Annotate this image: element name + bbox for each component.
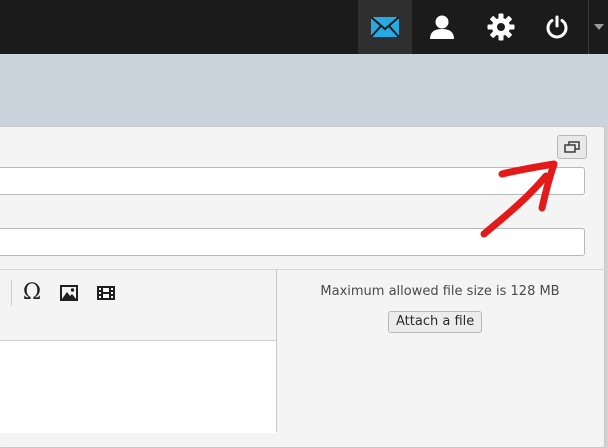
profile-button[interactable] xyxy=(415,0,469,54)
image-icon xyxy=(60,285,78,301)
popout-window-icon xyxy=(564,141,580,153)
film-icon xyxy=(97,286,115,300)
menu-caret-button[interactable] xyxy=(588,0,608,54)
gear-icon xyxy=(487,13,515,41)
popout-button[interactable] xyxy=(557,135,587,159)
power-icon xyxy=(546,15,568,39)
editor-body[interactable] xyxy=(0,340,276,433)
special-character-button[interactable]: Ω xyxy=(19,281,45,305)
recipient-input[interactable] xyxy=(0,167,585,195)
attach-file-button[interactable]: Attach a file xyxy=(388,311,483,333)
toolbar-separator xyxy=(11,280,12,306)
mail-button[interactable] xyxy=(358,0,412,54)
subject-input[interactable] xyxy=(0,228,585,256)
insert-image-button[interactable] xyxy=(56,281,82,305)
max-file-size-note: Maximum allowed file size is 128 MB xyxy=(320,284,560,299)
logout-button[interactable] xyxy=(530,0,584,54)
insert-media-button[interactable] xyxy=(93,281,119,305)
settings-button[interactable] xyxy=(474,0,528,54)
top-navigation-bar xyxy=(0,0,608,54)
envelope-icon xyxy=(370,16,400,38)
caret-down-icon xyxy=(594,24,604,30)
user-icon xyxy=(430,15,454,39)
